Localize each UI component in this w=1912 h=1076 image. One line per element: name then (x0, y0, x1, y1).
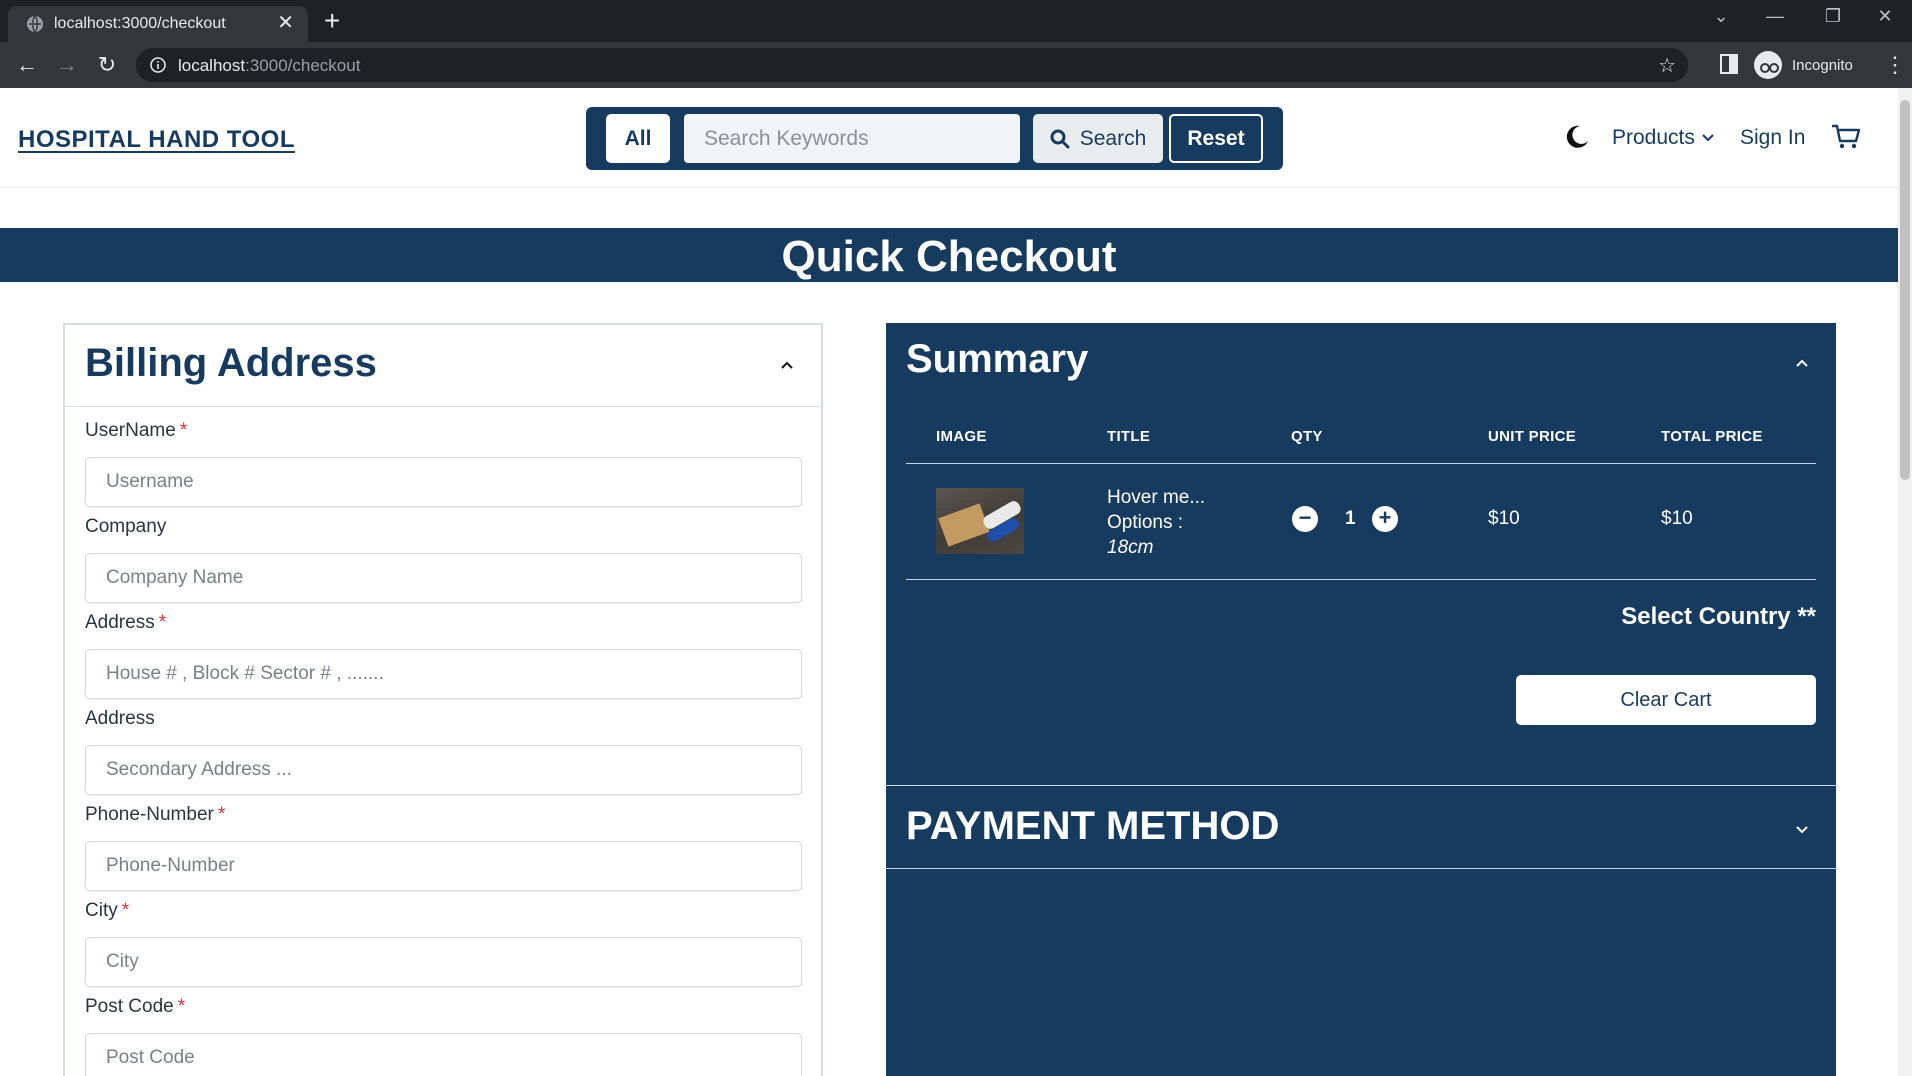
search-button[interactable]: Search (1033, 114, 1163, 163)
browser-toolbar: ← → ↻ localhost:3000/checkout ☆ Incognit… (0, 42, 1912, 88)
forward-icon[interactable]: → (52, 50, 82, 80)
column-header-unit-price: UNIT PRICE (1488, 428, 1577, 445)
company-input[interactable] (85, 553, 802, 603)
bookmark-star-icon[interactable]: ☆ (1658, 53, 1676, 78)
chevron-up-icon[interactable] (1794, 355, 1810, 371)
payment-method-header[interactable]: PAYMENT METHOD (886, 785, 1836, 869)
close-window-icon[interactable]: ✕ (1870, 6, 1900, 27)
search-icon (1050, 129, 1070, 148)
back-icon[interactable]: ← (12, 50, 42, 80)
minimize-icon[interactable]: — (1760, 6, 1790, 27)
qty-value: 1 (1345, 508, 1356, 529)
summary-title: Summary (906, 337, 1089, 381)
browser-tab[interactable]: localhost:3000/checkout ✕ (8, 6, 308, 42)
product-title-cell: Hover me... Options : 18cm (1107, 485, 1205, 560)
category-all-button[interactable]: All (606, 114, 670, 163)
page-title: Quick Checkout (0, 228, 1898, 282)
dark-mode-moon-icon[interactable] (1564, 124, 1590, 150)
search-input[interactable] (684, 114, 1020, 163)
billing-address-card: Billing Address UserName* Company Addres… (63, 323, 823, 1076)
browser-menu-icon[interactable]: ⋮ (1884, 52, 1906, 78)
column-header-qty: QTY (1291, 428, 1323, 445)
address-label: Address * (85, 612, 167, 633)
chevron-up-icon (781, 361, 793, 369)
browser-tab-bar: localhost:3000/checkout ✕ + ⌄ — ❐ ✕ (0, 0, 1912, 42)
tab-title: localhost:3000/checkout (54, 15, 226, 32)
phone-number-input[interactable] (85, 841, 802, 891)
nav-products[interactable]: Products (1612, 126, 1715, 150)
product-image[interactable] (936, 488, 1024, 554)
clear-cart-button[interactable]: Clear Cart (1516, 675, 1816, 725)
company-label: Company (85, 516, 167, 537)
nav-products-label: Products (1612, 126, 1695, 149)
search-button-label: Search (1079, 126, 1147, 150)
city-input[interactable] (85, 937, 802, 987)
column-header-total-price: TOTAL PRICE (1661, 428, 1763, 445)
post-code-label: Post Code * (85, 996, 186, 1017)
phone-number-label: Phone-Number * (85, 804, 226, 825)
scrollbar-thumb[interactable] (1900, 100, 1910, 480)
column-header-image: IMAGE (936, 428, 987, 445)
billing-address-title: Billing Address (85, 341, 377, 385)
secondary-address-input[interactable] (85, 745, 802, 795)
search-bar: All Search Reset (586, 107, 1283, 170)
reset-button[interactable]: Reset (1169, 114, 1263, 163)
summary-panel: Summary IMAGE TITLE QTY UNIT PRICE TOTAL… (886, 323, 1836, 1076)
unit-price: $10 (1488, 508, 1520, 529)
decrease-qty-button[interactable]: − (1292, 506, 1318, 532)
new-tab-button[interactable]: + (324, 5, 340, 37)
close-tab-icon[interactable]: ✕ (277, 12, 294, 34)
address-input[interactable] (85, 649, 802, 699)
total-price: $10 (1661, 508, 1693, 529)
select-country-label[interactable]: Select Country ** (1621, 603, 1816, 631)
username-label: UserName * (85, 420, 188, 441)
table-divider (906, 463, 1816, 464)
page-scrollbar[interactable] (1898, 88, 1912, 1076)
address-bar[interactable]: localhost:3000/checkout ☆ (136, 48, 1688, 82)
site-header: HOSPITAL HAND TOOL All Search Reset Prod… (0, 88, 1898, 188)
incognito-icon (1754, 51, 1782, 79)
username-input[interactable] (85, 457, 802, 507)
side-panel-icon[interactable] (1720, 54, 1738, 74)
chevron-down-icon (1702, 134, 1714, 142)
product-title[interactable]: Hover me... (1107, 485, 1205, 510)
incognito-profile-button[interactable]: Incognito (1754, 51, 1853, 79)
globe-icon (27, 15, 43, 33)
restore-icon[interactable]: ❐ (1818, 6, 1848, 27)
url-text: localhost:3000/checkout (178, 56, 361, 75)
column-header-title: TITLE (1107, 428, 1151, 445)
increase-qty-button[interactable]: + (1372, 506, 1398, 532)
chevron-down-icon (1796, 826, 1808, 834)
table-divider (906, 579, 1816, 580)
reload-icon[interactable]: ↻ (92, 50, 122, 80)
city-label: City * (85, 900, 130, 921)
billing-address-header[interactable]: Billing Address (65, 325, 821, 407)
site-info-icon[interactable] (150, 57, 166, 73)
brand-logo[interactable]: HOSPITAL HAND TOOL (18, 126, 295, 154)
incognito-label: Incognito (1792, 56, 1853, 74)
tab-search-icon[interactable]: ⌄ (1706, 6, 1736, 27)
secondary-address-label: Address (85, 708, 155, 729)
product-options-label: Options : (1107, 512, 1184, 533)
product-option-value: 18cm (1107, 537, 1154, 558)
payment-method-title: PAYMENT METHOD (906, 804, 1280, 848)
post-code-input[interactable] (85, 1033, 802, 1076)
cart-icon[interactable] (1831, 123, 1861, 151)
nav-sign-in[interactable]: Sign In (1740, 126, 1805, 150)
